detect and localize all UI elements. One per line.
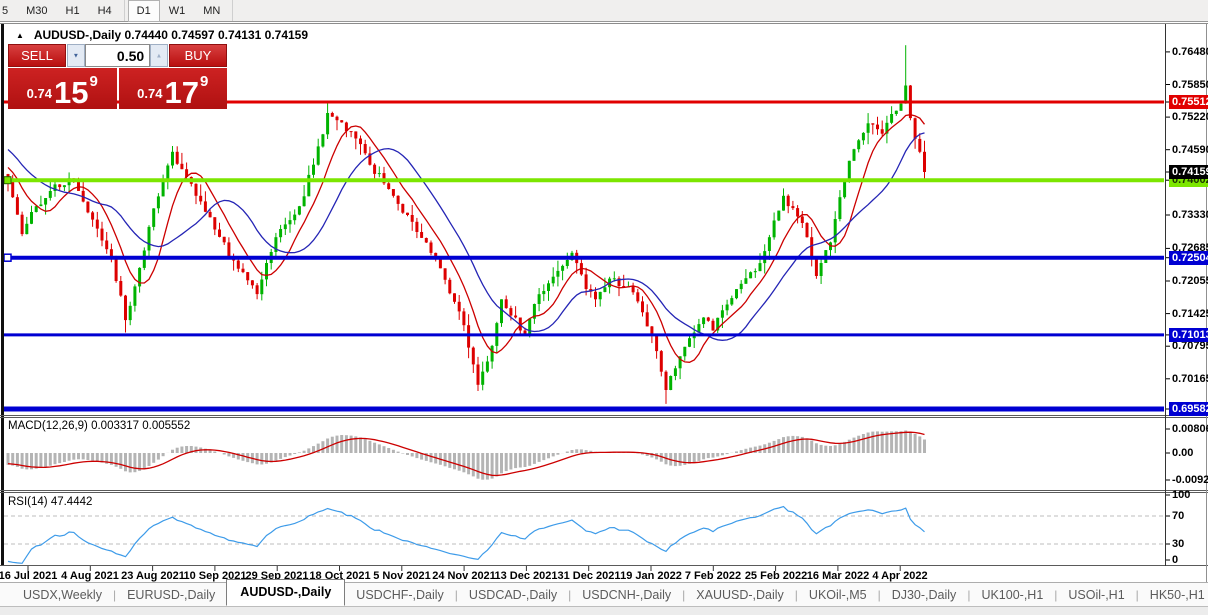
price-tick-0.74590: 0.74590 — [1172, 144, 1208, 156]
date-label-4-Aug-2021: 4 Aug 2021 — [61, 570, 119, 582]
macd-indicator-label: MACD(12,26,9) 0.003317 0.005552 — [8, 420, 190, 432]
tab-audusd-daily[interactable]: AUDUSD-,Daily — [226, 579, 345, 606]
tab-usdx-weekly[interactable]: USDX,Weekly — [12, 583, 113, 607]
timeframe-button-MN[interactable]: MN — [194, 0, 229, 22]
timeframe-button-H1[interactable]: H1 — [57, 0, 89, 22]
tab-eurusd-daily[interactable]: EURUSD-,Daily — [116, 583, 226, 607]
tab-ukoil-m5[interactable]: UKOil-,M5 — [798, 583, 878, 607]
tab-dj30-daily[interactable]: DJ30-,Daily — [881, 583, 968, 607]
timeframe-toolbar: 5M30H1H4 D1W1MN — [0, 0, 1208, 22]
buy-button[interactable]: BUY — [169, 44, 227, 67]
date-label-4-Apr-2022: 4 Apr 2022 — [872, 570, 927, 582]
toolbar-separator — [124, 0, 125, 21]
date-label-7-Feb-2022: 7 Feb 2022 — [685, 570, 741, 582]
buy-price-pip: 9 — [200, 73, 208, 90]
date-label-31-Dec-2021: 31 Dec 2021 — [558, 570, 621, 582]
price-tick-0.70165: 0.70165 — [1172, 373, 1208, 385]
price-level-badge-0.75512: 0.75512 — [1169, 95, 1208, 109]
rsi-axis-100: 100 — [1172, 489, 1190, 501]
date-label-16-Mar-2022: 16 Mar 2022 — [807, 570, 869, 582]
mt4-chart-window: 5M30H1H4 D1W1MN ▲ AUDUSD-,Daily 0.74440 0… — [0, 0, 1208, 615]
chart-tab-bar: USDX,Weekly|EURUSD-,DailyAUDUSD-,DailyUS… — [0, 582, 1208, 606]
sell-price-prefix: 0.74 — [27, 86, 52, 101]
timeframe-button-M30[interactable]: M30 — [17, 0, 56, 22]
rsi-axis-0: 0 — [1172, 554, 1178, 566]
timeframe-button-H4[interactable]: H4 — [89, 0, 121, 22]
volume-decrease-button[interactable]: ▼ — [67, 44, 85, 67]
date-label-16-Jul-2021: 16 Jul 2021 — [0, 570, 57, 582]
tab-xauusd-daily[interactable]: XAUUSD-,Daily — [685, 583, 795, 607]
chart-title: ▲ AUDUSD-,Daily 0.74440 0.74597 0.74131 … — [16, 28, 308, 42]
sell-price-big: 15 — [54, 80, 88, 105]
price-tick-0.76480: 0.76480 — [1172, 46, 1208, 58]
timeframe-button-5[interactable]: 5 — [0, 0, 17, 22]
tab-usdcnh-daily[interactable]: USDCNH-,Daily — [571, 583, 682, 607]
sell-button[interactable]: SELL — [8, 44, 66, 67]
macd-axis--0.009288: -0.009288 — [1172, 474, 1208, 486]
rsi-indicator-label: RSI(14) 47.4442 — [8, 496, 92, 508]
rsi-axis-30: 30 — [1172, 538, 1184, 550]
price-tick-0.71425: 0.71425 — [1172, 308, 1208, 320]
volume-increase-button[interactable]: ▲ — [150, 44, 168, 67]
chart-symbol-period: AUDUSD-,Daily — [34, 28, 121, 42]
buy-price-big: 17 — [164, 80, 198, 105]
tab-usoil-h1[interactable]: USOil-,H1 — [1057, 583, 1135, 607]
date-label-23-Aug-2021: 23 Aug 2021 — [121, 570, 185, 582]
timeframe-button-D1[interactable]: D1 — [128, 0, 160, 22]
volume-input[interactable] — [85, 44, 150, 67]
chevron-down-icon: ▼ — [73, 52, 79, 59]
sell-price-pip: 9 — [89, 73, 97, 90]
date-label-24-Nov-2021: 24 Nov 2021 — [432, 570, 496, 582]
macd-axis-0.00: 0.00 — [1172, 447, 1193, 459]
sell-price-panel[interactable]: 0.74 15 9 — [8, 68, 117, 109]
toolbar-separator — [232, 0, 233, 21]
price-level-badge-0.74159: 0.74159 — [1169, 165, 1208, 179]
chevron-up-icon: ▲ — [156, 52, 162, 59]
axes-decoration — [0, 24, 1208, 607]
rsi-plot — [4, 507, 1164, 564]
chart-ohlc-values: 0.74440 0.74597 0.74131 0.74159 — [125, 28, 309, 42]
collapse-panel-icon[interactable]: ▲ — [16, 31, 24, 40]
price-tick-0.75850: 0.75850 — [1172, 79, 1208, 91]
tab-uk100-h1[interactable]: UK100-,H1 — [970, 583, 1054, 607]
one-click-trading-panel: SELL ▼ ▲ BUY 0.74 15 9 0.74 17 9 — [8, 44, 227, 109]
macd-axis-0.008061: 0.008061 — [1172, 423, 1208, 435]
tab-hk50-h1[interactable]: HK50-,H1 — [1139, 583, 1208, 607]
date-label-5-Nov-2021: 5 Nov 2021 — [373, 570, 430, 582]
tab-usdcad-daily[interactable]: USDCAD-,Daily — [458, 583, 568, 607]
timeframe-button-W1[interactable]: W1 — [160, 0, 195, 22]
buy-price-panel[interactable]: 0.74 17 9 — [119, 68, 228, 109]
price-tick-0.75220: 0.75220 — [1172, 111, 1208, 123]
macd-plot — [8, 431, 925, 480]
date-label-25-Feb-2022: 25 Feb 2022 — [745, 570, 807, 582]
price-tick-0.73330: 0.73330 — [1172, 209, 1208, 221]
price-level-badge-0.71013: 0.71013 — [1169, 328, 1208, 342]
price-level-badge-0.72504: 0.72504 — [1169, 251, 1208, 265]
price-tick-0.72055: 0.72055 — [1172, 275, 1208, 287]
rsi-axis-70: 70 — [1172, 510, 1184, 522]
price-level-badge-0.69582: 0.69582 — [1169, 402, 1208, 416]
status-bar — [0, 606, 1208, 615]
buy-price-prefix: 0.74 — [137, 86, 162, 101]
tab-usdchf-daily[interactable]: USDCHF-,Daily — [345, 583, 455, 607]
date-label-19-Jan-2022: 19 Jan 2022 — [620, 570, 682, 582]
date-label-13-Dec-2021: 13 Dec 2021 — [495, 570, 558, 582]
